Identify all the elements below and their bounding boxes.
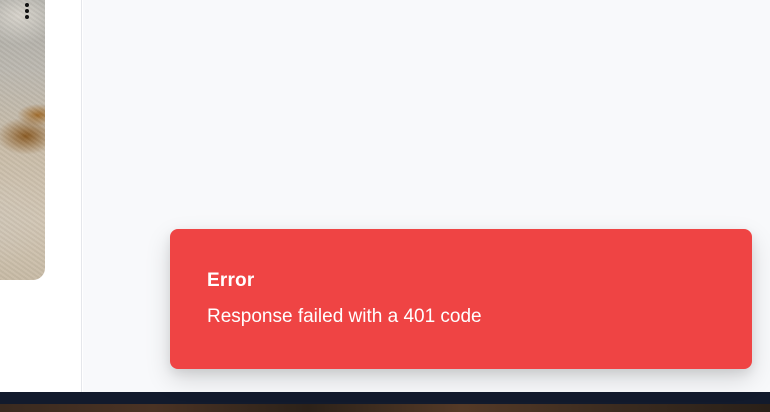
more-vertical-icon [25, 2, 29, 20]
bottom-media-preview [0, 404, 770, 412]
error-toast[interactable]: Error Response failed with a 401 code [170, 229, 752, 369]
toast-message: Response failed with a 401 code [207, 306, 482, 327]
media-card-image[interactable] [0, 0, 45, 280]
left-panel [0, 0, 82, 392]
toast-title: Error [207, 270, 255, 291]
more-options-button[interactable] [17, 0, 37, 22]
app-window: Error Response failed with a 401 code [0, 0, 770, 412]
